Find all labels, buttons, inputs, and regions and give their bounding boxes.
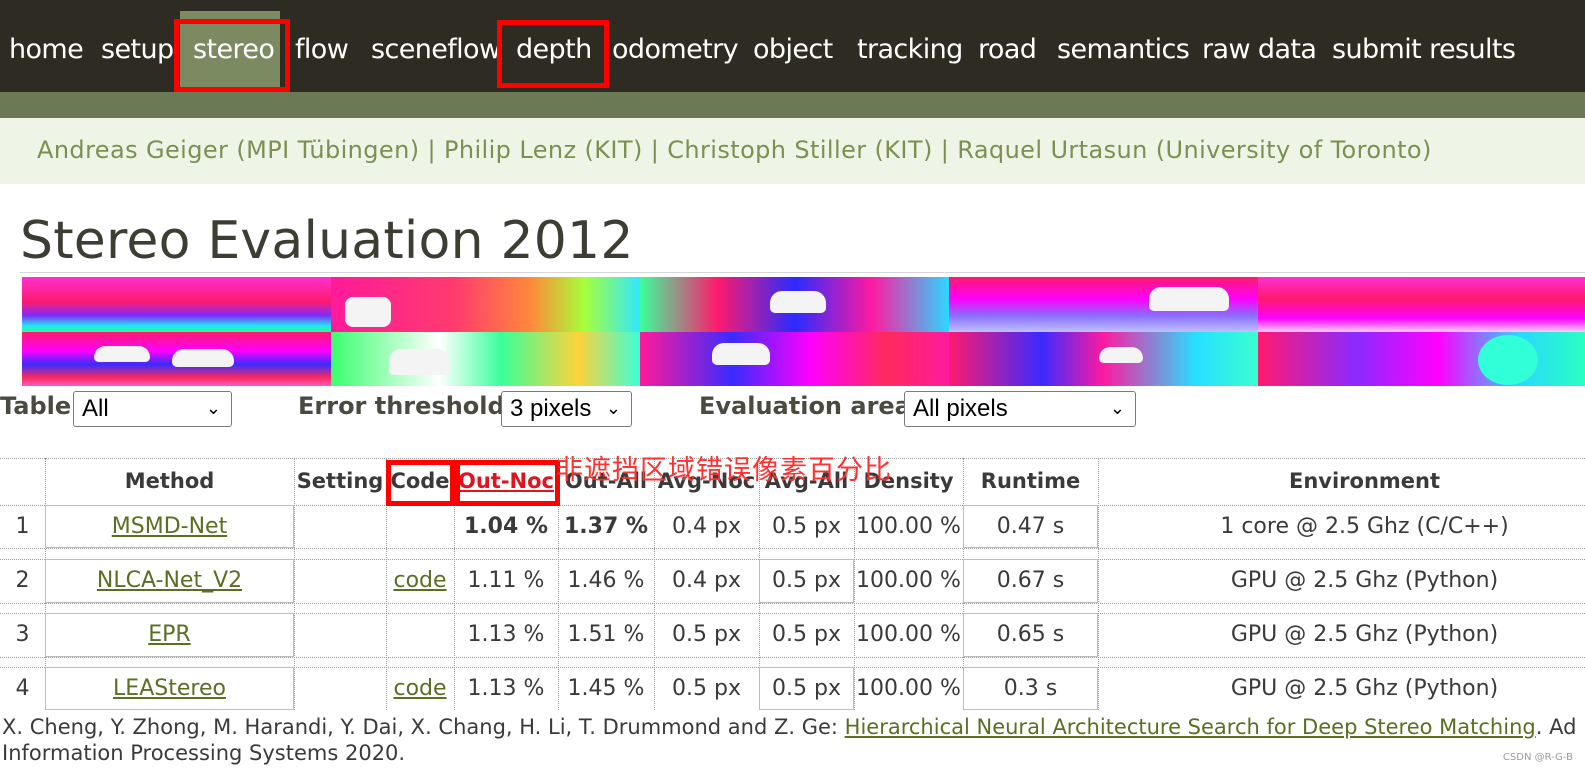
runtime-value: 0.47 s [996, 514, 1065, 539]
method-link[interactable]: NLCA-Net_V2 [45, 568, 294, 593]
header-method[interactable]: Method [45, 469, 294, 493]
evaluation-area-value: All pixels [913, 395, 1008, 422]
page-title: Stereo Evaluation 2012 [20, 211, 634, 271]
citation-suffix: . Ad [1535, 715, 1577, 739]
error-threshold-value: 3 pixels [510, 395, 592, 422]
environment-value: GPU @ 2.5 Ghz (Python) [1230, 676, 1499, 701]
avg-all-value: 0.5 px [772, 568, 841, 593]
table-filter-select[interactable]: All ⌄ [73, 391, 232, 427]
disparity-map-4 [949, 277, 1258, 386]
disparity-map-1 [22, 277, 331, 386]
table-rule [0, 559, 1585, 560]
row-rank: 4 [15, 676, 30, 701]
environment-value: GPU @ 2.5 Ghz (Python) [1230, 622, 1499, 647]
error-threshold-select[interactable]: 3 pixels ⌄ [501, 391, 632, 427]
nav-setup[interactable]: setup [101, 30, 174, 70]
avg-all-value: 0.5 px [772, 676, 841, 701]
environment-value: 1 core @ 2.5 Ghz (C/C++) [1220, 514, 1509, 539]
citation-authors: X. Cheng, Y. Zhong, M. Harandi, Y. Dai, … [2, 715, 845, 739]
method-link[interactable]: MSMD-Net [45, 514, 294, 539]
header-setting[interactable]: Setting [294, 469, 386, 493]
out-noc-value: 1.11 % [467, 568, 545, 593]
avg-noc-value: 0.5 px [672, 622, 741, 647]
disparity-map-2 [331, 277, 640, 386]
watermark: CSDN @R-G-B [1502, 752, 1573, 763]
method-link[interactable]: LEAStereo [45, 676, 294, 701]
row-rank: 1 [15, 514, 30, 539]
disparity-banner [22, 277, 1585, 386]
density-value: 100.00 % [856, 622, 961, 647]
out-all-value: 1.37 % [564, 514, 648, 539]
method-link[interactable]: EPR [45, 622, 294, 647]
avg-noc-value: 0.4 px [672, 514, 741, 539]
avg-noc-value: 0.5 px [672, 676, 741, 701]
disparity-map-3 [640, 277, 949, 386]
chevron-down-icon: ⌄ [605, 398, 621, 419]
table-filter-label: Table [0, 392, 72, 420]
avg-noc-value: 0.4 px [672, 568, 741, 593]
code-link[interactable]: code [386, 676, 454, 701]
header-environment[interactable]: Environment [1098, 469, 1585, 493]
environment-value: GPU @ 2.5 Ghz (Python) [1230, 568, 1499, 593]
evaluation-area-label: Evaluation area [699, 392, 911, 420]
row-rank: 2 [15, 568, 30, 593]
authors-text: Andreas Geiger (MPI Tübingen) | Philip L… [37, 136, 1432, 164]
header-out-noc[interactable]: Out-Noc [454, 469, 558, 493]
table-rule [0, 667, 1585, 668]
nav-odometry[interactable]: odometry [612, 30, 739, 70]
table-rule [0, 613, 1585, 614]
table-rule [0, 657, 1585, 658]
table-filter-value: All [82, 395, 109, 422]
out-noc-value: 1.13 % [467, 676, 545, 701]
chevron-down-icon: ⌄ [205, 398, 221, 419]
runtime-value: 0.3 s [1003, 676, 1058, 701]
nav-sceneflow[interactable]: sceneflow [371, 30, 501, 70]
header-code[interactable]: Code [386, 469, 454, 493]
nav-depth[interactable]: depth [516, 30, 592, 70]
code-link[interactable]: code [386, 568, 454, 593]
table-rule [0, 548, 1585, 549]
authors-bar: Andreas Geiger (MPI Tübingen) | Philip L… [0, 118, 1585, 184]
avg-all-value: 0.5 px [772, 622, 841, 647]
out-all-value: 1.46 % [567, 568, 645, 593]
nav-semantics[interactable]: semantics [1057, 30, 1190, 70]
title-divider [20, 272, 1585, 273]
out-noc-value: 1.04 % [464, 514, 548, 539]
table-col-rule [294, 458, 295, 710]
header-runtime[interactable]: Runtime [963, 469, 1098, 493]
out-all-value: 1.45 % [567, 676, 645, 701]
density-value: 100.00 % [856, 676, 961, 701]
out-noc-value: 1.13 % [467, 622, 545, 647]
avg-all-value: 0.5 px [772, 514, 841, 539]
table-rule [0, 505, 1585, 506]
paper-link[interactable]: Hierarchical Neural Architecture Search … [845, 715, 1536, 739]
nav-home[interactable]: home [9, 30, 84, 70]
evaluation-area-select[interactable]: All pixels ⌄ [904, 391, 1136, 427]
annotation-text: 非遮挡区域错误像素百分比 [556, 455, 892, 486]
nav-tracking[interactable]: tracking [857, 30, 963, 70]
top-navigation: home setup stereo flow sceneflow depth o… [0, 0, 1585, 92]
table-rule [0, 603, 1585, 604]
out-all-value: 1.51 % [567, 622, 645, 647]
nav-submit-results[interactable]: submit results [1332, 30, 1516, 70]
density-value: 100.00 % [856, 514, 961, 539]
citation: X. Cheng, Y. Zhong, M. Harandi, Y. Dai, … [2, 714, 1576, 766]
nav-road[interactable]: road [978, 30, 1037, 70]
nav-underline-stripe [0, 92, 1585, 118]
nav-raw-data[interactable]: raw data [1202, 30, 1317, 70]
disparity-map-5 [1258, 277, 1585, 386]
row-rank: 3 [15, 622, 30, 647]
runtime-value: 0.67 s [996, 568, 1065, 593]
chevron-down-icon: ⌄ [1109, 398, 1125, 419]
citation-venue: Information Processing Systems 2020. [2, 741, 406, 765]
nav-stereo[interactable]: stereo [193, 30, 275, 70]
error-threshold-label: Error threshold [298, 392, 505, 420]
runtime-value: 0.65 s [996, 622, 1065, 647]
nav-object[interactable]: object [753, 30, 833, 70]
density-value: 100.00 % [856, 568, 961, 593]
nav-flow[interactable]: flow [295, 30, 349, 70]
